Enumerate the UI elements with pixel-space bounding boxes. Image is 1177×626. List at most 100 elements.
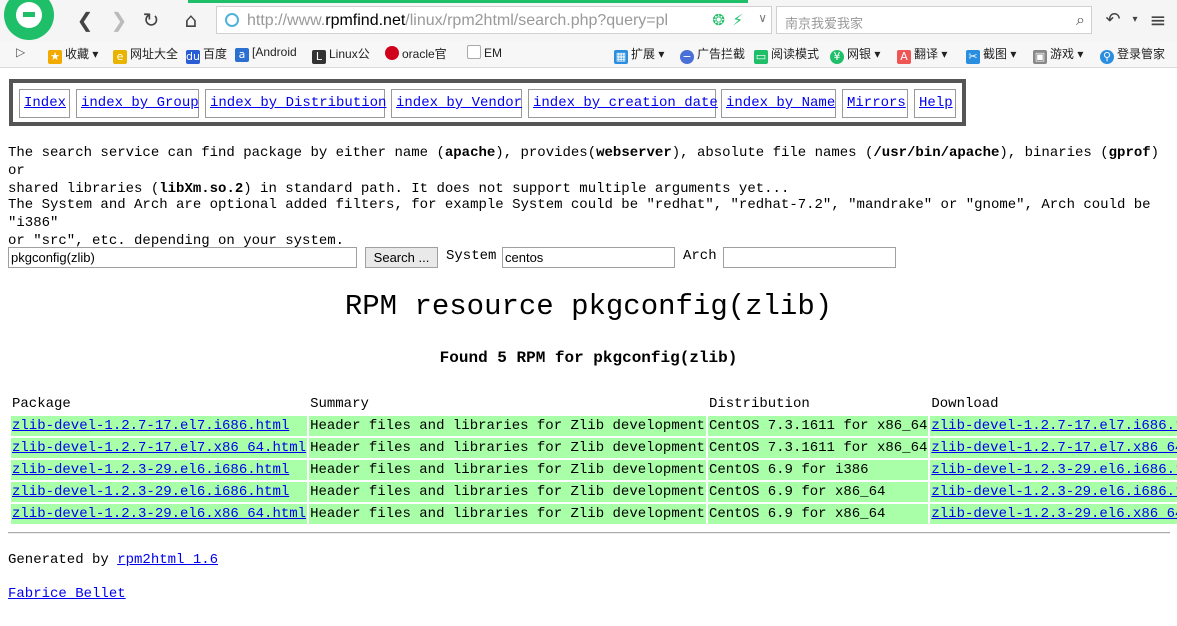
summary-cell: Header files and libraries for Zlib deve…: [309, 460, 706, 480]
tool-adblock[interactable]: − 广告拦截: [680, 45, 745, 64]
summary-cell: Header files and libraries for Zlib deve…: [309, 482, 706, 502]
search-box[interactable]: 南京我爱我家 ⌕: [776, 6, 1092, 34]
package-cell[interactable]: zlib-devel-1.2.3-29.el6.i686.html: [11, 460, 308, 480]
tool-translate[interactable]: A 翻译 ▾: [897, 45, 947, 64]
menu-item-mirrors[interactable]: Mirrors: [842, 89, 908, 118]
sidebar-toggle-icon[interactable]: ▷: [16, 45, 25, 59]
oracle-icon: [385, 46, 399, 60]
menu-item-help[interactable]: Help: [914, 89, 956, 118]
tool-bank[interactable]: ¥ 网银 ▾: [830, 45, 880, 64]
author-line: Fabrice Bellet: [8, 585, 1168, 603]
download-cell[interactable]: zlib-devel-1.2.3-29.el6.i686.rpm: [930, 482, 1177, 502]
package-cell[interactable]: zlib-devel-1.2.3-29.el6.x86_64.html: [11, 504, 308, 524]
search-icon[interactable]: ⌕: [1076, 10, 1085, 30]
table-row: zlib-devel-1.2.3-29.el6.i686.html Header…: [11, 482, 1177, 502]
globe-icon: e: [113, 50, 127, 64]
table-row: zlib-devel-1.2.7-17.el7.i686.html Header…: [11, 416, 1177, 436]
package-link[interactable]: zlib-devel-1.2.3-29.el6.x86_64.html: [12, 506, 306, 522]
distribution-cell: CentOS 6.9 for x86_64: [707, 504, 929, 524]
download-cell[interactable]: zlib-devel-1.2.3-29.el6.x86_64.rpm: [930, 504, 1177, 524]
compat-mode-icon[interactable]: ❂: [712, 11, 725, 29]
package-link[interactable]: zlib-devel-1.2.3-29.el6.i686.html: [12, 462, 289, 478]
bookmarks-bar: ▷ ★ 收藏 ▾ e 网址大全 du 百度 a [Android L Linux公 ora…: [0, 41, 1177, 68]
back-arrow-icon[interactable]: ❮: [72, 7, 98, 33]
menu-item-index[interactable]: Index: [19, 89, 70, 118]
bookmark-item[interactable]: oracle官: [385, 45, 447, 62]
bookmark-item[interactable]: ★ 收藏 ▾: [48, 45, 98, 64]
bank-icon: ¥: [830, 50, 844, 64]
page-content: Index index by Group index by Distributi…: [0, 68, 1177, 626]
forward-arrow-icon[interactable]: ❯: [106, 7, 132, 33]
header-package: Package: [12, 396, 71, 412]
generator-link[interactable]: rpm2html 1.6: [117, 552, 218, 568]
address-bar[interactable]: http://www.rpmfind.net/linux/rpm2html/se…: [216, 6, 772, 34]
reader-icon: ▭: [754, 50, 768, 64]
download-link[interactable]: zlib-devel-1.2.3-29.el6.i686.rpm: [931, 484, 1177, 500]
android-icon: a: [235, 48, 249, 62]
table-row: zlib-devel-1.2.3-29.el6.i686.html Header…: [11, 460, 1177, 480]
package-link[interactable]: zlib-devel-1.2.3-29.el6.i686.html: [12, 484, 289, 500]
distribution-cell: CentOS 7.3.1611 for x86_64: [707, 438, 929, 458]
divider: [8, 532, 1170, 534]
summary-cell: Header files and libraries for Zlib deve…: [309, 416, 706, 436]
star-icon: ★: [48, 50, 62, 64]
search-placeholder[interactable]: 南京我爱我家: [785, 13, 863, 32]
nav-menu: Index index by Group index by Distributi…: [9, 79, 966, 126]
download-cell[interactable]: zlib-devel-1.2.7-17.el7.x86_64.rpm: [930, 438, 1177, 458]
home-icon[interactable]: ⌂: [178, 7, 204, 33]
author-link[interactable]: Fabrice Bellet: [8, 586, 126, 602]
query-input[interactable]: pkgconfig(zlib): [8, 247, 357, 268]
menu-item-distribution[interactable]: index by Distribution: [205, 89, 386, 118]
tool-reader[interactable]: ▭ 阅读模式: [754, 45, 819, 64]
tool-extensions[interactable]: ▦ 扩展 ▾: [614, 45, 664, 64]
package-link[interactable]: zlib-devel-1.2.7-17.el7.i686.html: [12, 418, 289, 434]
distribution-cell: CentOS 7.3.1611 for x86_64: [707, 416, 929, 436]
arch-input[interactable]: [723, 247, 896, 268]
screenshot-icon: ✂: [966, 50, 980, 64]
speed-mode-icon[interactable]: ⚡: [732, 11, 743, 29]
chevron-down-icon[interactable]: ∨: [758, 11, 767, 25]
download-link[interactable]: zlib-devel-1.2.7-17.el7.x86_64.rpm: [931, 440, 1177, 456]
header-download: Download: [931, 396, 999, 412]
extension-icon: ▦: [614, 50, 628, 64]
download-cell[interactable]: zlib-devel-1.2.7-17.el7.i686.rpm: [930, 416, 1177, 436]
menu-item-vendor[interactable]: index by Vendor: [391, 89, 522, 118]
package-link[interactable]: zlib-devel-1.2.7-17.el7.x86_64.html: [12, 440, 306, 456]
tool-games[interactable]: ▣ 游戏 ▾: [1033, 45, 1083, 64]
menu-item-creation-date[interactable]: index by creation date: [528, 89, 718, 118]
search-button[interactable]: Search ...: [365, 247, 438, 268]
site-info-icon[interactable]: [225, 13, 239, 27]
system-input[interactable]: centos: [502, 247, 675, 268]
bookmark-item[interactable]: L Linux公: [312, 45, 370, 64]
menu-item-name[interactable]: index by Name: [721, 89, 836, 118]
tool-login-manager[interactable]: ⚲ 登录管家: [1100, 45, 1165, 64]
menu-item-group[interactable]: index by Group: [76, 89, 199, 118]
package-cell[interactable]: zlib-devel-1.2.7-17.el7.x86_64.html: [11, 438, 308, 458]
bookmark-item[interactable]: a [Android: [235, 45, 297, 62]
header-summary: Summary: [310, 396, 369, 412]
download-link[interactable]: zlib-devel-1.2.7-17.el7.i686.rpm: [931, 418, 1177, 434]
table-row: zlib-devel-1.2.7-17.el7.x86_64.html Head…: [11, 438, 1177, 458]
bookmark-item[interactable]: du 百度: [186, 45, 227, 64]
header-distribution: Distribution: [708, 396, 810, 412]
results-table: Package Summary Distribution Download zl…: [9, 392, 1177, 526]
page-load-progress: [188, 0, 748, 3]
bookmark-item[interactable]: EM: [467, 45, 502, 60]
package-cell[interactable]: zlib-devel-1.2.7-17.el7.i686.html: [11, 416, 308, 436]
download-link[interactable]: zlib-devel-1.2.3-29.el6.x86_64.rpm: [931, 506, 1177, 522]
bookmark-item[interactable]: e 网址大全: [113, 45, 178, 64]
package-cell[interactable]: zlib-devel-1.2.3-29.el6.i686.html: [11, 482, 308, 502]
translate-icon: A: [897, 50, 911, 64]
url-text[interactable]: http://www.rpmfind.net/linux/rpm2html/se…: [247, 12, 668, 30]
menu-icon[interactable]: ≡: [1145, 7, 1171, 33]
linux-icon: L: [312, 50, 326, 64]
baidu-icon: du: [186, 50, 200, 64]
download-cell[interactable]: zlib-devel-1.2.3-29.el6.i686.rpm: [930, 460, 1177, 480]
download-link[interactable]: zlib-devel-1.2.3-29.el6.i686.rpm: [931, 462, 1177, 478]
browser-logo-icon[interactable]: [4, 0, 54, 40]
table-header-row: Package Summary Distribution Download: [11, 394, 1177, 414]
arch-label: Arch: [683, 248, 717, 264]
reload-icon[interactable]: ↻: [138, 7, 164, 33]
tool-screenshot[interactable]: ✂ 截图 ▾: [966, 45, 1016, 64]
summary-cell: Header files and libraries for Zlib deve…: [309, 438, 706, 458]
